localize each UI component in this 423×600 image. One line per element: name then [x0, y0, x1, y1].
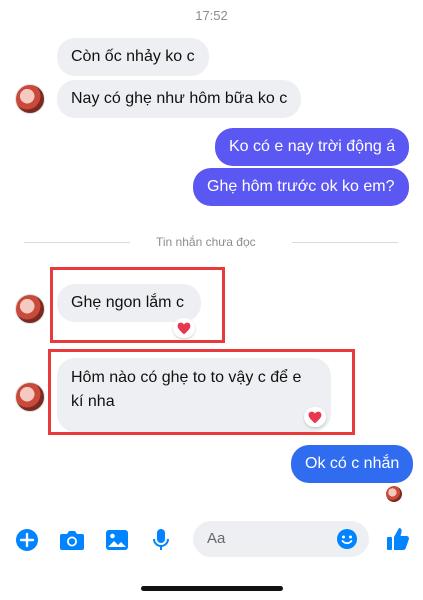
- message-input[interactable]: Aa: [193, 521, 369, 557]
- divider-line-right: [292, 242, 398, 243]
- highlight-box: [48, 349, 355, 435]
- thumbs-up-icon[interactable]: [384, 524, 412, 554]
- unread-divider-label: Tin nhắn chưa đọc: [156, 235, 256, 249]
- microphone-icon[interactable]: [149, 527, 173, 553]
- camera-icon[interactable]: [59, 527, 85, 553]
- message-input-placeholder: Aa: [207, 530, 226, 547]
- message-incoming[interactable]: Nay có ghẹ như hôm bữa ko c: [57, 80, 302, 118]
- contact-avatar[interactable]: [15, 84, 45, 114]
- contact-avatar[interactable]: [15, 294, 45, 324]
- contact-avatar[interactable]: [15, 382, 45, 412]
- emoji-icon[interactable]: [335, 527, 359, 551]
- seen-avatar: [386, 486, 402, 502]
- message-outgoing[interactable]: Ok có c nhắn: [291, 445, 414, 483]
- gallery-icon[interactable]: [104, 527, 130, 553]
- message-outgoing[interactable]: Ghẹ hôm trước ok ko em?: [193, 168, 409, 206]
- plus-icon[interactable]: [14, 527, 40, 553]
- home-indicator: [141, 586, 283, 591]
- highlight-box: [50, 267, 225, 343]
- message-incoming[interactable]: Còn ốc nhảy ko c: [57, 38, 209, 76]
- status-time: 17:52: [195, 8, 228, 23]
- divider-line-left: [24, 242, 130, 243]
- message-outgoing[interactable]: Ko có e nay trời động á: [215, 128, 410, 166]
